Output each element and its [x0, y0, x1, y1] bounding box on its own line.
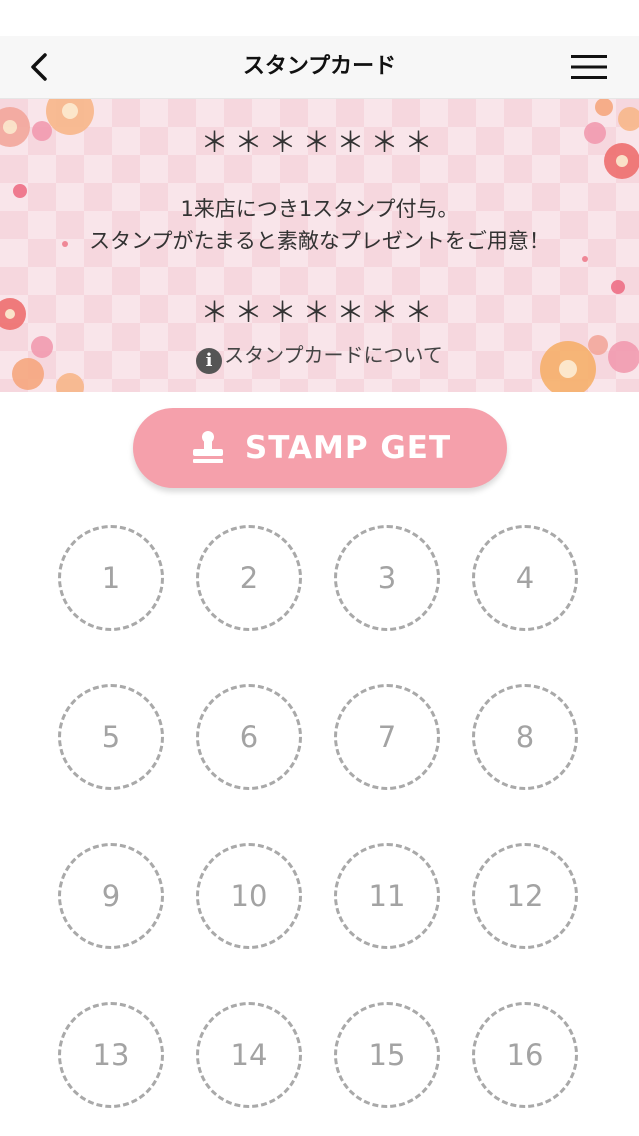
banner-line-1: 1来店につき1スタンプ付与。 — [180, 197, 459, 221]
menu-button[interactable] — [569, 50, 609, 84]
about-label: スタンプカードについて — [224, 343, 443, 367]
stamp-slot: 1 — [58, 525, 164, 631]
banner-line-2: スタンプがたまると素敵なプレゼントをご用意！ — [89, 229, 550, 253]
hamburger-menu-icon — [571, 55, 607, 79]
banner-stars-bottom: ＊＊＊＊＊＊＊ — [200, 296, 439, 329]
stamp-icon — [192, 431, 223, 463]
stamp-slot: 16 — [472, 1002, 578, 1108]
back-button[interactable] — [22, 50, 56, 84]
stamp-slot: 6 — [196, 684, 302, 790]
stamp-slot: 12 — [472, 843, 578, 949]
stamp-slot: 11 — [334, 843, 440, 949]
info-icon: i — [196, 348, 223, 374]
stamp-slot: 8 — [472, 684, 578, 790]
stamp-slot: 14 — [196, 1002, 302, 1108]
page-title: スタンプカード — [242, 54, 397, 79]
stamp-slot: 10 — [196, 843, 302, 949]
banner-stars-top: ＊＊＊＊＊＊＊ — [200, 126, 439, 159]
chevron-left-icon — [31, 53, 47, 81]
nav-bar: スタンプカード — [0, 36, 639, 99]
stamp-slot: 9 — [58, 843, 164, 949]
stamp-slot: 7 — [334, 684, 440, 790]
stamp-slot: 5 — [58, 684, 164, 790]
stamp-get-label: STAMP GET — [244, 430, 452, 466]
stamp-slot: 3 — [334, 525, 440, 631]
stamp-slot: 15 — [334, 1002, 440, 1108]
status-bar — [0, 0, 639, 36]
stamp-slot: 2 — [196, 525, 302, 631]
stamp-slot: 13 — [58, 1002, 164, 1108]
stamp-card-banner: ＊＊＊＊＊＊＊ 1来店につき1スタンプ付与。 スタンプがたまると素敵なプレゼント… — [0, 99, 639, 392]
stamp-get-button[interactable]: STAMP GET — [133, 408, 507, 488]
about-stamp-card-link[interactable]: i スタンプカードについて — [0, 339, 639, 374]
stamp-slot: 4 — [472, 525, 578, 631]
